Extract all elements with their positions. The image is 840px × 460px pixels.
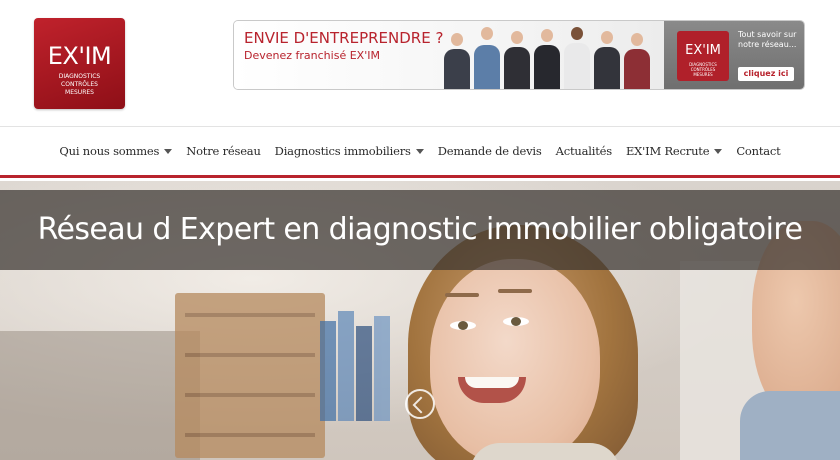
- hero-title-band: Réseau d Expert en diagnostic immobilier…: [0, 190, 840, 270]
- person-figure: [474, 25, 500, 89]
- nav-item-label: EX'IM Recrute: [625, 144, 710, 158]
- caret-down-icon: [714, 148, 723, 154]
- logo-tagline: DIAGNOSTICS CONTRÔLES MESURES: [34, 73, 125, 97]
- nav-item-label: Notre réseau: [186, 144, 261, 158]
- person-figure: [504, 29, 530, 89]
- mini-logo-wordmark: EX'IM: [685, 43, 721, 58]
- caret-down-icon: [415, 148, 424, 154]
- nav-item-label: Demande de devis: [437, 144, 542, 158]
- hero-man-shirt: [740, 391, 840, 460]
- nav-item-label: Diagnostics immobiliers: [274, 144, 411, 158]
- nav-list: Qui nous sommes Notre réseau Diagnostics…: [0, 127, 840, 175]
- mini-logo-tagline-line: MESURES: [693, 72, 713, 77]
- nav-item-actualites[interactable]: Actualités: [549, 144, 619, 158]
- exim-logo[interactable]: EX'IM DIAGNOSTICS CONTRÔLES MESURES: [34, 18, 125, 109]
- logo-wordmark: EX'IM: [47, 42, 112, 70]
- nav-item-notre-reseau[interactable]: Notre réseau: [179, 144, 267, 158]
- nav-item-label: Actualités: [555, 144, 613, 158]
- hero-woman-brow: [445, 293, 479, 297]
- banner-cta-button[interactable]: cliquez ici: [738, 67, 794, 81]
- mini-logo-tagline: DIAGNOSTICS CONTRÔLES MESURES: [677, 62, 729, 77]
- banner-people-photo: [434, 21, 664, 89]
- hero-woman-teeth: [465, 377, 519, 388]
- hero-bookshelf: [175, 293, 325, 458]
- site-header: EX'IM DIAGNOSTICS CONTRÔLES MESURES ENVI…: [0, 0, 840, 127]
- person-figure: [594, 29, 620, 89]
- hero-woman-top: [470, 443, 620, 460]
- main-nav: Qui nous sommes Notre réseau Diagnostics…: [0, 127, 840, 178]
- franchise-banner[interactable]: ENVIE D'ENTREPRENDRE ? Devenez franchisé…: [233, 20, 805, 90]
- hero-slider: Réseau d Expert en diagnostic immobilier…: [0, 181, 840, 460]
- chevron-up-icon[interactable]: [405, 389, 435, 419]
- person-figure: [534, 27, 560, 89]
- banner-right-panel: EX'IM DIAGNOSTICS CONTRÔLES MESURES Tout…: [664, 21, 804, 89]
- logo-tagline-line: CONTRÔLES: [61, 81, 98, 88]
- person-figure: [444, 31, 470, 89]
- banner-cta-text: Tout savoir sur notre réseau...: [738, 30, 797, 49]
- banner-mini-logo: EX'IM DIAGNOSTICS CONTRÔLES MESURES: [677, 31, 729, 81]
- banner-headline: ENVIE D'ENTREPRENDRE ?: [244, 29, 444, 47]
- banner-subline: Devenez franchisé EX'IM: [244, 49, 380, 62]
- hero-woman-eye: [450, 321, 476, 330]
- nav-item-label: Qui nous sommes: [59, 144, 160, 158]
- nav-item-contact[interactable]: Contact: [729, 144, 787, 158]
- person-figure: [624, 31, 650, 89]
- person-figure: [564, 25, 590, 89]
- nav-item-diagnostics[interactable]: Diagnostics immobiliers: [268, 144, 431, 158]
- logo-tagline-line: DIAGNOSTICS: [58, 73, 101, 80]
- nav-item-label: Contact: [736, 144, 781, 158]
- caret-down-icon: [164, 148, 173, 154]
- hero-title: Réseau d Expert en diagnostic immobilier…: [37, 212, 803, 247]
- nav-item-demande-de-devis[interactable]: Demande de devis: [431, 144, 549, 158]
- logo-tagline-line: MESURES: [65, 89, 94, 96]
- hero-woman-brow: [498, 289, 532, 293]
- hero-background-left: [0, 331, 200, 460]
- nav-item-qui-nous-sommes[interactable]: Qui nous sommes: [52, 144, 179, 158]
- banner-left-panel: ENVIE D'ENTREPRENDRE ? Devenez franchisé…: [234, 21, 664, 89]
- hero-woman-eye: [503, 317, 529, 326]
- nav-item-recrute[interactable]: EX'IM Recrute: [619, 144, 729, 158]
